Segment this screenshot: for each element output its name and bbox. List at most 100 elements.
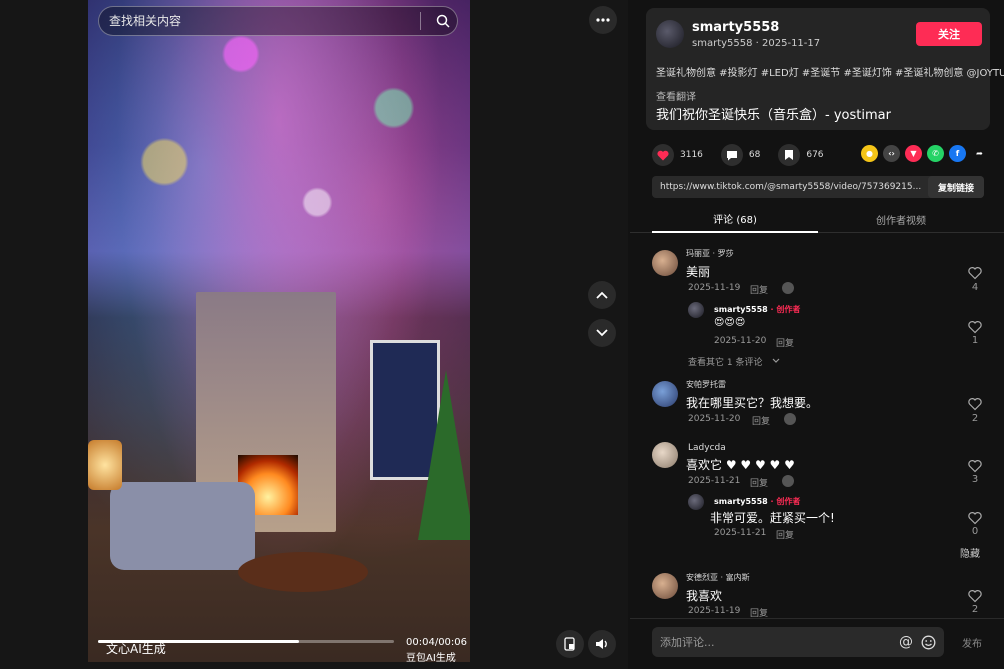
video-description: 我们祝你圣诞快乐（音乐盒）- yostimar bbox=[656, 108, 891, 123]
share-url[interactable]: https://www.tiktok.com/@smarty5558/video… bbox=[652, 182, 928, 192]
previous-video-button[interactable] bbox=[588, 281, 616, 309]
reply-text: 😍😍😍 bbox=[714, 317, 746, 328]
comment-text: 美丽 bbox=[686, 265, 711, 279]
reply-button[interactable]: 回复 bbox=[752, 414, 770, 427]
like-icon[interactable] bbox=[968, 266, 982, 280]
commenter-name[interactable]: 安德烈亚 · 富内斯 bbox=[686, 572, 750, 583]
author-avatar[interactable] bbox=[656, 20, 684, 48]
reply-date: 2025-11-21 bbox=[714, 528, 767, 538]
comment-date: 2025-11-19 bbox=[688, 606, 741, 616]
copy-link-button[interactable]: 复制链接 bbox=[928, 176, 984, 198]
reply-avatar[interactable] bbox=[688, 494, 704, 510]
comment-text: 我在哪里买它？我想要。 bbox=[686, 396, 819, 410]
app-root: 文心AI生成 00:04/00:06 豆包AI生成 smarty5558 sma… bbox=[0, 0, 1004, 669]
more-options-button[interactable] bbox=[589, 6, 617, 34]
author-username[interactable]: smarty5558 bbox=[692, 20, 779, 35]
like-icon[interactable] bbox=[968, 320, 982, 334]
reply-button[interactable]: 回复 bbox=[750, 283, 768, 296]
like-icon[interactable] bbox=[968, 397, 982, 411]
comment-date: 2025-11-20 bbox=[688, 414, 741, 424]
reply-button[interactable]: 回复 bbox=[776, 336, 794, 349]
like-icon[interactable] bbox=[968, 511, 982, 525]
commenter-name[interactable]: 安帕罗托雷 bbox=[686, 379, 726, 390]
follow-button[interactable]: 关注 bbox=[916, 22, 982, 46]
emoji-icon[interactable] bbox=[921, 635, 936, 650]
reply-author-name: smarty5558 bbox=[714, 497, 768, 506]
like-count: 3116 bbox=[680, 150, 703, 160]
comment-count: 68 bbox=[748, 150, 761, 160]
mention-icon[interactable]: @ bbox=[899, 634, 913, 650]
coin-icon[interactable]: ● bbox=[861, 145, 878, 162]
detail-panel: smarty5558 smarty5558 · 2025-11-17 关注 圣诞… bbox=[630, 0, 1004, 669]
comment-stat[interactable]: 68 bbox=[720, 144, 761, 166]
stats-row: 3116 68 676 bbox=[652, 143, 842, 167]
embed-icon[interactable]: ‹› bbox=[883, 145, 900, 162]
search-divider bbox=[420, 12, 421, 30]
creator-tag: · 创作者 bbox=[767, 497, 801, 506]
comment-text: 我喜欢 bbox=[686, 589, 723, 603]
video-hashtags[interactable]: 圣诞礼物创意 #投影灯 #LED灯 #圣诞节 #圣诞灯饰 #圣诞礼物创意 @JO… bbox=[656, 64, 1004, 79]
volume-icon bbox=[596, 639, 607, 649]
facebook-icon[interactable]: f bbox=[949, 145, 966, 162]
view-more-replies[interactable]: 查看其它 1 条评论 bbox=[688, 355, 762, 368]
chevron-down-icon bbox=[596, 329, 608, 337]
tab-creator-videos[interactable]: 创作者视频 bbox=[818, 205, 984, 233]
pip-button[interactable] bbox=[556, 630, 584, 658]
sofa bbox=[110, 482, 255, 570]
next-video-button[interactable] bbox=[588, 319, 616, 347]
hide-replies-button[interactable]: 隐藏 bbox=[960, 545, 980, 560]
forward-icon[interactable]: ➦ bbox=[971, 145, 988, 162]
reply-button[interactable]: 回复 bbox=[776, 528, 794, 541]
creator-tag: · 创作者 bbox=[767, 305, 801, 314]
comment-icon bbox=[720, 144, 743, 166]
commenter-name[interactable]: Ladycda bbox=[688, 443, 726, 453]
reply-author[interactable]: smarty5558 · 创作者 bbox=[714, 496, 800, 507]
christmas-tree bbox=[418, 370, 470, 540]
like-icon[interactable] bbox=[968, 589, 982, 603]
commenter-avatar[interactable] bbox=[652, 442, 678, 468]
projection-lights bbox=[88, 0, 470, 270]
save-count: 676 bbox=[806, 150, 824, 160]
publish-button[interactable]: 发布 bbox=[962, 635, 982, 650]
ellipsis-icon bbox=[596, 18, 610, 22]
reply-text: 非常可爱。赶紧买一个! bbox=[710, 511, 835, 525]
creator-liked-icon bbox=[784, 413, 796, 425]
send-icon[interactable]: ▼ bbox=[905, 145, 922, 162]
translate-link[interactable]: 查看翻译 bbox=[656, 88, 696, 103]
commenter-avatar[interactable] bbox=[652, 573, 678, 599]
commenter-name[interactable]: 玛丽亚 · 罗莎 bbox=[686, 248, 734, 259]
chevron-up-icon bbox=[596, 291, 608, 299]
tab-comments[interactable]: 评论 (68) bbox=[652, 205, 818, 233]
pip-icon bbox=[564, 637, 575, 651]
search-icon[interactable] bbox=[429, 7, 457, 35]
video-stage: 文心AI生成 00:04/00:06 豆包AI生成 bbox=[0, 0, 628, 669]
video-player[interactable]: 文心AI生成 00:04/00:06 豆包AI生成 bbox=[88, 0, 470, 662]
comment-input[interactable] bbox=[660, 635, 899, 649]
reply-avatar[interactable] bbox=[688, 302, 704, 318]
reply-author[interactable]: smarty5558 · 创作者 bbox=[714, 304, 800, 315]
search-input[interactable] bbox=[109, 14, 420, 28]
like-count: 1 bbox=[971, 335, 979, 346]
comment-date: 2025-11-21 bbox=[688, 476, 741, 486]
panel-tabs: 评论 (68) 创作者视频 bbox=[630, 205, 1004, 233]
volume-button[interactable] bbox=[588, 630, 616, 658]
commenter-avatar[interactable] bbox=[652, 381, 678, 407]
creator-liked-icon bbox=[782, 282, 794, 294]
reply-date: 2025-11-20 bbox=[714, 336, 767, 346]
like-count: 2 bbox=[971, 604, 979, 615]
author-subline: smarty5558 · 2025-11-17 bbox=[692, 38, 821, 49]
share-link-box: https://www.tiktok.com/@smarty5558/video… bbox=[652, 176, 984, 198]
bookmark-icon bbox=[778, 144, 801, 166]
like-icon[interactable] bbox=[968, 459, 982, 473]
like-stat[interactable]: 3116 bbox=[652, 144, 703, 166]
reply-button[interactable]: 回复 bbox=[750, 476, 768, 489]
heart-icon bbox=[652, 144, 674, 166]
reply-button[interactable]: 回复 bbox=[750, 606, 768, 618]
save-stat[interactable]: 676 bbox=[778, 144, 824, 166]
comment-box[interactable]: @ bbox=[652, 627, 944, 657]
whatsapp-icon[interactable]: ✆ bbox=[927, 145, 944, 162]
search-bar[interactable] bbox=[98, 6, 458, 36]
comment-composer: @ 发布 bbox=[630, 618, 1004, 669]
commenter-avatar[interactable] bbox=[652, 250, 678, 276]
like-count: 4 bbox=[971, 282, 979, 293]
